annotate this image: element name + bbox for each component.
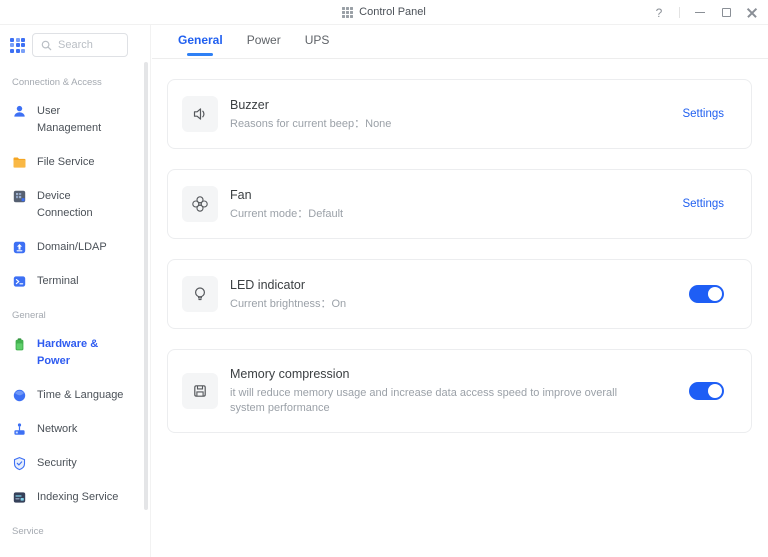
card-description: Current brightness：On — [230, 297, 346, 312]
speaker-icon — [182, 96, 218, 132]
sidebar-item-hardware-power[interactable]: Hardware & Power — [12, 336, 150, 370]
section-label-connection-access: Connection & Access — [12, 77, 150, 88]
led-indicator-card: LED indicator Current brightness：On — [167, 259, 752, 329]
sidebar-item-label: Hardware & Power — [37, 336, 98, 370]
tab-general[interactable]: General — [178, 33, 223, 58]
card-description: Reasons for current beep：None — [230, 117, 391, 132]
search-box[interactable] — [32, 33, 128, 57]
sidebar-item-user-management[interactable]: User Management — [12, 103, 150, 137]
settings-card-list: Buzzer Reasons for current beep：None Set… — [152, 59, 768, 433]
apps-grid-icon[interactable] — [10, 38, 25, 53]
titlebar-divider — [679, 7, 680, 18]
sidebar-item-label: User Management — [37, 103, 101, 137]
sidebar-item-label: Security — [37, 455, 77, 472]
sidebar-item-domain-ldap[interactable]: Domain/LDAP — [12, 239, 150, 256]
search-icon — [41, 40, 52, 51]
section-label-service: Service — [12, 526, 150, 537]
memory-compression-card: Memory compression it will reduce memory… — [167, 349, 752, 433]
fan-card: Fan Current mode：Default Settings — [167, 169, 752, 239]
maximize-icon[interactable] — [720, 7, 732, 19]
sidebar-scrollbar[interactable] — [144, 62, 148, 510]
domain-icon — [12, 240, 27, 255]
fan-icon — [182, 186, 218, 222]
search-input[interactable] — [58, 39, 119, 51]
close-icon[interactable] — [746, 7, 758, 19]
led-indicator-toggle[interactable] — [689, 285, 724, 303]
minimize-icon[interactable] — [694, 7, 706, 19]
device-icon — [12, 189, 27, 204]
sidebar-item-file-service[interactable]: File Service — [12, 154, 150, 171]
main-content: General Power UPS Buzzer Reasons for cur… — [152, 25, 768, 557]
floppy-icon — [182, 373, 218, 409]
tab-ups[interactable]: UPS — [305, 33, 330, 58]
sidebar-item-label: Terminal — [37, 273, 79, 290]
sidebar-item-label: File Service — [37, 154, 94, 171]
card-description: Current mode：Default — [230, 207, 343, 222]
control-panel-app-icon — [342, 7, 353, 18]
card-title: Fan — [230, 188, 343, 202]
folder-icon — [12, 155, 27, 170]
sidebar-item-label: Time & Language — [37, 387, 123, 404]
sidebar-item-network[interactable]: Network — [12, 421, 150, 438]
section-label-general: General — [12, 310, 150, 321]
help-icon[interactable]: ? — [653, 7, 665, 19]
card-title: Buzzer — [230, 98, 391, 112]
sidebar-item-security[interactable]: Security — [12, 455, 150, 472]
buzzer-settings-link[interactable]: Settings — [682, 108, 724, 120]
globe-icon — [12, 388, 27, 403]
buzzer-card: Buzzer Reasons for current beep：None Set… — [167, 79, 752, 149]
terminal-icon — [12, 274, 27, 289]
user-icon — [12, 104, 27, 119]
sidebar-item-label: Indexing Service — [37, 489, 118, 506]
card-description: it will reduce memory usage and increase… — [230, 386, 650, 416]
tab-power[interactable]: Power — [247, 33, 281, 58]
window-title: Control Panel — [359, 6, 426, 18]
sidebar-item-terminal[interactable]: Terminal — [12, 273, 150, 290]
memory-compression-toggle[interactable] — [689, 382, 724, 400]
battery-icon — [12, 337, 27, 352]
shield-icon — [12, 456, 27, 471]
sidebar: Connection & Access User Management File… — [0, 25, 151, 557]
network-icon — [12, 422, 27, 437]
sidebar-item-label: Device Connection — [37, 188, 93, 222]
titlebar: Control Panel ? — [0, 0, 768, 25]
card-title: LED indicator — [230, 278, 346, 292]
sidebar-item-time-language[interactable]: Time & Language — [12, 387, 150, 404]
tab-bar: General Power UPS — [152, 25, 768, 59]
sidebar-item-indexing-service[interactable]: Indexing Service — [12, 489, 150, 506]
sidebar-item-label: Domain/LDAP — [37, 239, 107, 256]
sidebar-item-device-connection[interactable]: Device Connection — [12, 188, 150, 222]
indexing-icon — [12, 490, 27, 505]
fan-settings-link[interactable]: Settings — [682, 198, 724, 210]
sidebar-item-label: Network — [37, 421, 77, 438]
bulb-icon — [182, 276, 218, 312]
control-panel-window: Control Panel ? Connection & Access — [0, 0, 768, 557]
card-title: Memory compression — [230, 367, 650, 381]
